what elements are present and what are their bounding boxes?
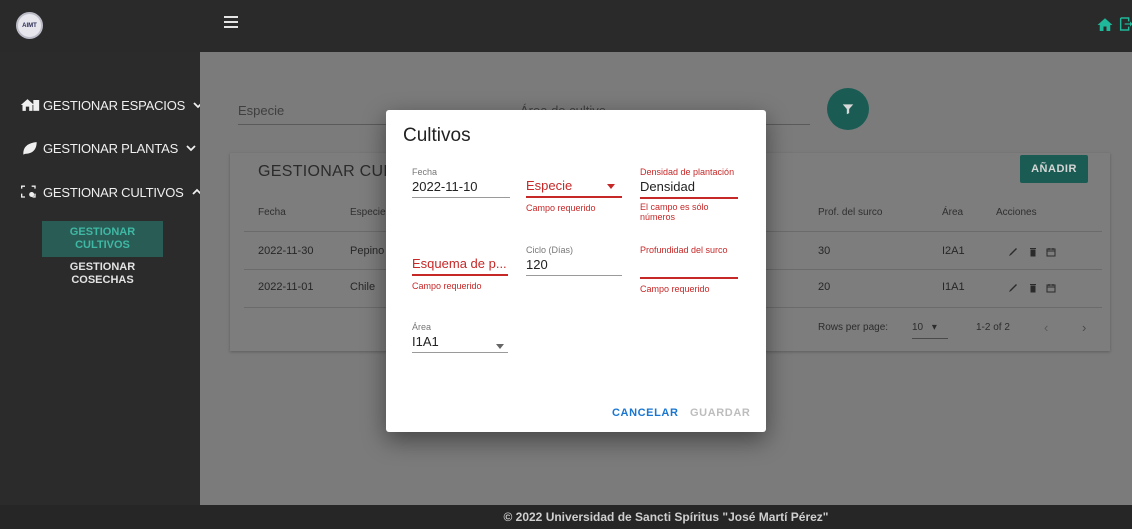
home-icon[interactable] [1096,16,1114,34]
filter-button[interactable] [827,88,869,130]
especie-error: Campo requerido [526,202,596,213]
profundidad-label: Profundidad del surco [640,245,728,255]
col-header-fecha[interactable]: Fecha [258,207,286,218]
pagination-range: 1-2 of 2 [976,322,1010,333]
area-select[interactable]: Área I1A1 [412,322,508,353]
col-header-especie[interactable]: Especie [350,207,386,218]
subitem-label-line1: GESTIONAR [69,226,136,238]
calendar-icon[interactable] [1046,247,1056,257]
dialog-title: Cultivos [403,125,471,146]
select-underline [912,338,948,339]
next-page-icon[interactable]: › [1082,320,1086,335]
fecha-value: 2022-11-10 [412,179,478,194]
caret-down-icon: ▾ [931,322,937,333]
area-value: I1A1 [412,334,439,349]
sidebar-item-espacios[interactable]: GESTIONAR ESPACIOS [20,93,203,117]
chevron-down-icon [186,145,196,152]
cell-especie: Pepino [350,245,385,257]
add-button[interactable]: AÑADIR [1020,155,1088,183]
prev-page-icon[interactable]: ‹ [1044,320,1048,335]
profundidad-error: Campo requerido [640,283,710,294]
app-logo[interactable]: AIMT [16,12,43,39]
especie-caret-icon [607,184,615,189]
cell-fecha: 2022-11-01 [258,281,314,293]
calendar-icon[interactable] [1046,283,1056,293]
cell-prof: 30 [818,245,831,257]
save-button[interactable]: GUARDAR [690,407,750,419]
profundidad-value [640,257,738,274]
menu-icon[interactable] [224,16,238,28]
cancel-button[interactable]: CANCELAR [612,407,679,419]
fecha-label: Fecha [412,167,438,177]
home-building-icon [20,99,40,111]
edit-icon[interactable] [1008,283,1018,293]
ciclo-value: 120 [526,257,548,272]
rows-per-page-select[interactable]: 10 ▾ [912,322,937,333]
densidad-field[interactable]: Densidad de plantación Densidad El campo… [640,167,738,222]
col-header-acciones: Acciones [996,207,1037,218]
footer-left [0,505,200,529]
area-label: Área [412,322,432,332]
delete-icon[interactable] [1028,247,1038,257]
area-caret-icon [496,344,504,349]
logout-icon[interactable] [1118,15,1132,33]
esquema-placeholder: Esquema de p... [412,256,507,271]
ciclo-label: Ciclo (Días) [526,245,574,255]
sidebar-item-label: GESTIONAR ESPACIOS [43,97,186,113]
ciclo-field[interactable]: Ciclo (Días) 120 [526,245,622,276]
cell-prof: 20 [818,281,831,293]
cell-especie: Chile [350,281,376,293]
subitem-label-line2: CULTIVOS [75,239,130,251]
rows-per-page-value: 10 [912,322,924,333]
cell-area: I2A1 [942,245,965,257]
filter-icon [842,104,854,115]
sidebar-subitem-gestionar-cosechas[interactable]: GESTIONAR COSECHAS [42,261,163,287]
col-header-prof[interactable]: Prof. del surco [818,207,882,218]
col-header-area[interactable]: Área [942,207,963,218]
delete-icon[interactable] [1028,283,1038,293]
densidad-error: El campo es sólo números [640,201,709,222]
cell-fecha: 2022-11-30 [258,245,314,257]
footer: © 2022 Universidad de Sancti Spíritus "J… [200,505,1132,529]
sidebar-item-label: GESTIONAR PLANTAS [43,140,179,156]
sidebar-item-plantas[interactable]: GESTIONAR PLANTAS [20,136,196,160]
esquema-field[interactable]: Esquema de p... Campo requerido [412,256,508,291]
top-app-bar: AIMT [0,0,1132,52]
sidebar-item-label: GESTIONAR CULTIVOS [43,184,184,200]
subitem-label-line2: COSECHAS [71,274,134,286]
esquema-error: Campo requerido [412,280,482,291]
sidebar-subitem-gestionar-cultivos[interactable]: GESTIONAR CULTIVOS [42,221,163,257]
densidad-value: Densidad [640,179,695,194]
crop-area-icon [21,185,36,198]
fecha-field[interactable]: Fecha 2022-11-10 [412,167,510,198]
sidebar-item-cultivos[interactable]: GESTIONAR CULTIVOS [20,180,202,204]
especie-filter-label: Especie [238,103,285,118]
profundidad-field[interactable]: Profundidad del surco Campo requerido [640,245,738,294]
logo-text: AIMT [22,22,37,29]
cell-area: I1A1 [942,281,965,293]
cultivos-dialog: Cultivos Fecha 2022-11-10 Especie Campo … [386,110,766,432]
subitem-label-line1: GESTIONAR [69,261,136,273]
leaf-icon [23,142,37,155]
edit-icon[interactable] [1008,247,1018,257]
densidad-label: Densidad de plantación [640,167,735,177]
rows-per-page-label: Rows per page: [818,322,889,333]
